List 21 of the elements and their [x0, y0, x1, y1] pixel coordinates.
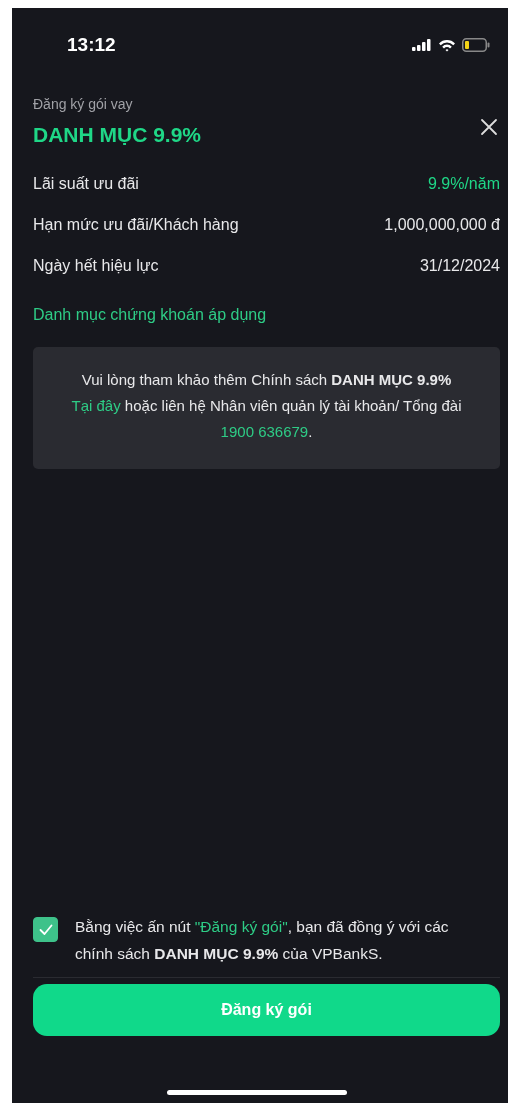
agreement-text: Bằng việc ấn nút "Đăng ký gói", bạn đã đồng ý với các chính sách DANH MỤC 9.9% của VPBankS.: [75, 917, 450, 964]
close-icon[interactable]: [480, 118, 498, 136]
sheet-subtitle: Đăng ký gói vay: [33, 96, 134, 112]
agreement-checkbox[interactable]: [33, 917, 58, 942]
detail-label: Ngày hết hiệu lực: [33, 256, 159, 276]
detail-value: 1,000,000,000 đ: [384, 215, 500, 235]
detail-value: 31/12/2024: [419, 256, 500, 276]
hotline-link[interactable]: 1900 636679: [220, 423, 309, 440]
button-name-link[interactable]: "Đăng ký gói": [194, 918, 288, 935]
securities-link[interactable]: Danh mục chứng khoán áp dụng: [33, 306, 500, 324]
checkmark-icon: [38, 923, 53, 936]
signal-icon: [412, 39, 432, 51]
wifi-icon: [438, 38, 456, 52]
package-title: DANH MỤC 9.9%: [33, 123, 202, 147]
info-text: Vui lòng tham khảo thêm Chính sách DANH MỤC 9.9% Tại đây hoặc liên hệ Nhân viên quản lý tài khoản/ Tổng đài 1900 636679.: [70, 370, 463, 442]
battery-icon: [462, 38, 490, 52]
detail-value: 9.9%/năm: [427, 174, 500, 194]
status-time: 13:12: [67, 34, 116, 56]
detail-label: Lãi suất ưu đãi: [33, 174, 139, 194]
detail-label: Hạn mức ưu đãi/Khách hàng: [33, 215, 239, 235]
policy-link[interactable]: Tại đây: [71, 397, 121, 414]
